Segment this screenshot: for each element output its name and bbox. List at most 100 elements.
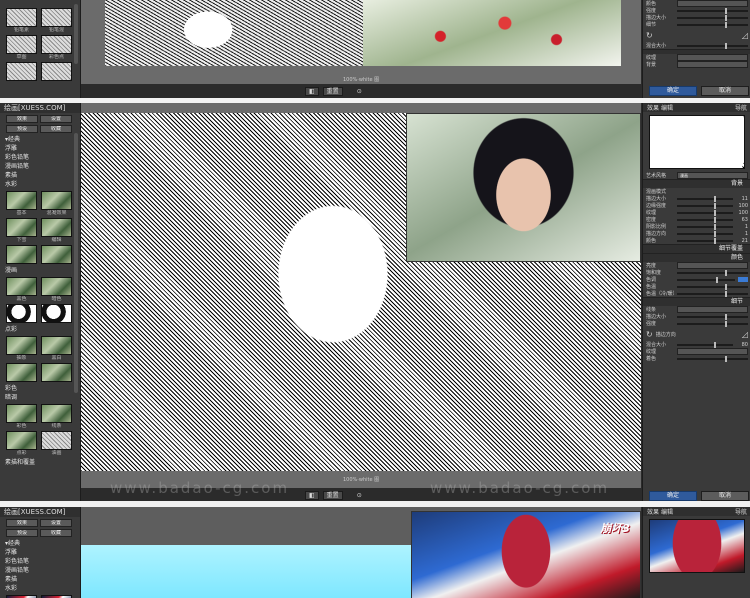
- setting-value[interactable]: 100: [736, 210, 748, 216]
- setting-slider[interactable]: [677, 269, 748, 276]
- ok-button[interactable]: 确定: [649, 86, 697, 96]
- effect-thumb[interactable]: [6, 304, 37, 323]
- category-item[interactable]: 彩色铅笔: [0, 557, 80, 566]
- effect-thumb[interactable]: 抽象: [6, 336, 37, 361]
- setting-slider[interactable]: [677, 355, 748, 362]
- setting-dropdown[interactable]: [677, 0, 748, 7]
- category-classic[interactable]: ▾经典: [0, 135, 80, 144]
- effect-thumb[interactable]: 彩色: [6, 404, 37, 429]
- tab-favorites[interactable]: 收藏: [40, 529, 72, 537]
- setting-slider[interactable]: [677, 237, 733, 244]
- tab-effect[interactable]: 效果: [647, 509, 659, 516]
- setting-dropdown[interactable]: [677, 54, 748, 61]
- reset-button[interactable]: 重置: [322, 491, 343, 500]
- setting-slider[interactable]: [677, 223, 733, 230]
- effect-thumb[interactable]: 黑色: [6, 277, 37, 302]
- effect-thumb[interactable]: 黑白: [41, 336, 72, 361]
- effect-thumb[interactable]: [6, 363, 37, 382]
- tab-presets[interactable]: 预设: [6, 125, 38, 133]
- category-item[interactable]: 彩色铅笔: [0, 153, 80, 162]
- effect-thumb[interactable]: [41, 363, 72, 382]
- preview-icon[interactable]: ⊙: [357, 492, 362, 499]
- setting-value[interactable]: 100: [736, 203, 748, 209]
- setting-slider[interactable]: [677, 195, 733, 202]
- setting-dropdown[interactable]: [677, 262, 748, 269]
- effect-thumb[interactable]: 铅笔素: [6, 8, 37, 33]
- effect-thumb[interactable]: 点彩: [6, 431, 37, 456]
- category-item[interactable]: 素描: [0, 575, 80, 584]
- effect-thumb[interactable]: 油画: [41, 431, 72, 456]
- cancel-button[interactable]: 取消: [701, 86, 749, 96]
- setting-slider[interactable]: [677, 209, 733, 216]
- setting-dropdown[interactable]: [677, 348, 748, 355]
- setting-slider[interactable]: [677, 230, 733, 237]
- category-item[interactable]: 漫画铅笔: [0, 566, 80, 575]
- angle-icon[interactable]: ◿: [742, 31, 748, 40]
- tab-settings[interactable]: 设置: [40, 115, 72, 123]
- category-item[interactable]: 水彩: [0, 584, 80, 593]
- rotate-icon[interactable]: ↻: [646, 31, 653, 40]
- setting-slider[interactable]: [677, 283, 748, 290]
- category-item[interactable]: 彩色: [0, 384, 80, 393]
- setting-value[interactable]: 21: [736, 238, 748, 244]
- effect-thumb[interactable]: 下雪: [6, 218, 37, 243]
- setting-slider[interactable]: [677, 290, 748, 297]
- setting-value[interactable]: 80: [736, 342, 748, 348]
- color-swatch[interactable]: [738, 277, 748, 282]
- tab-presets[interactable]: 预设: [6, 529, 38, 537]
- preview-icon[interactable]: ⊙: [357, 88, 362, 95]
- category-item[interactable]: 暗调: [0, 393, 80, 402]
- setting-slider[interactable]: [677, 14, 748, 21]
- setting-slider[interactable]: [677, 42, 748, 49]
- ok-button[interactable]: 确定: [649, 491, 697, 501]
- effect-thumb[interactable]: 混凝效果: [41, 191, 72, 216]
- tab-favorites[interactable]: 收藏: [40, 125, 72, 133]
- effect-thumb[interactable]: [41, 62, 72, 81]
- tab-effect[interactable]: 效果: [647, 105, 659, 112]
- setting-value[interactable]: 63: [736, 217, 748, 223]
- category-item[interactable]: 浮雕: [0, 548, 80, 557]
- tab-edit[interactable]: 编辑: [661, 105, 673, 112]
- tab-settings[interactable]: 设置: [40, 519, 72, 527]
- split-view-icon[interactable]: ◧: [305, 87, 319, 96]
- category-item[interactable]: 浮雕: [0, 144, 80, 153]
- cancel-button[interactable]: 取消: [701, 491, 749, 501]
- effect-thumb[interactable]: [41, 304, 72, 323]
- effect-thumb[interactable]: 编辑: [41, 218, 72, 243]
- setting-slider[interactable]: [677, 320, 748, 327]
- sidebar-scrollbar[interactable]: [74, 133, 78, 393]
- category-item[interactable]: 点彩: [0, 325, 80, 334]
- setting-value[interactable]: 11: [736, 196, 748, 202]
- effect-thumb[interactable]: 铅笔混: [41, 8, 72, 33]
- category-item[interactable]: 漫画: [0, 266, 80, 275]
- effect-thumb[interactable]: 彩色点: [41, 35, 72, 60]
- tab-effects[interactable]: 效果: [6, 519, 38, 527]
- setting-slider[interactable]: [677, 276, 735, 283]
- setting-slider[interactable]: [677, 7, 748, 14]
- art-style-dropdown[interactable]: 漫画: [677, 172, 748, 179]
- reset-button[interactable]: 重置: [322, 87, 343, 96]
- rotate-icon[interactable]: ↻: [646, 330, 653, 339]
- effect-thumb[interactable]: [41, 245, 72, 264]
- category-item[interactable]: 漫画铅笔: [0, 162, 80, 171]
- angle-icon[interactable]: ◿: [742, 330, 748, 339]
- setting-value[interactable]: 1: [736, 231, 748, 237]
- setting-dropdown[interactable]: [677, 61, 748, 68]
- effect-thumb[interactable]: [6, 62, 37, 81]
- category-item[interactable]: 素描和覆盖: [0, 458, 80, 467]
- setting-value[interactable]: 1: [736, 224, 748, 230]
- effect-thumb[interactable]: 基本: [6, 191, 37, 216]
- setting-slider[interactable]: [677, 216, 733, 223]
- navigator-thumbnail[interactable]: [649, 519, 745, 573]
- setting-slider[interactable]: [677, 313, 748, 320]
- effect-thumb[interactable]: 暗色: [41, 277, 72, 302]
- tab-edit[interactable]: 编辑: [661, 509, 673, 516]
- setting-dropdown[interactable]: [677, 306, 748, 313]
- setting-slider[interactable]: [677, 202, 733, 209]
- category-item[interactable]: 素描: [0, 171, 80, 180]
- effect-thumb[interactable]: 草图: [6, 35, 37, 60]
- sidebar-scrollbar[interactable]: [74, 4, 78, 64]
- navigator-thumbnail[interactable]: [649, 115, 745, 169]
- effect-thumb[interactable]: 线条: [41, 404, 72, 429]
- setting-slider[interactable]: [677, 21, 748, 28]
